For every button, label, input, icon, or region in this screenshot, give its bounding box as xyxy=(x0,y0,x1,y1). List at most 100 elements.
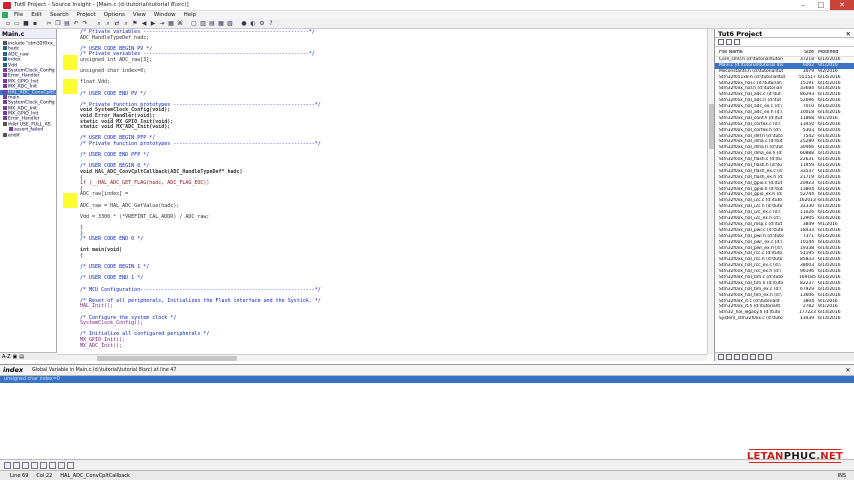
menu-view[interactable]: View xyxy=(129,12,150,18)
code-line[interactable]: ADC_raw = HAL_ADC_GetValue(hadc); xyxy=(80,203,179,209)
code-line[interactable]: void HAL_ADC_ConvCpltCallback(ADC_Handle… xyxy=(80,169,243,175)
save-all-icon[interactable]: ▪ xyxy=(31,20,39,28)
remove-file-icon[interactable] xyxy=(726,39,732,45)
search-files-icon[interactable]: ⌕ xyxy=(122,20,130,28)
code-line[interactable]: SystemClock_Config(); xyxy=(80,320,143,326)
code-line[interactable]: Vdd = 3300 * (*VREFINT_CAL_ADDR) / ADC_r… xyxy=(80,214,209,220)
code-line[interactable]: /* USER CODE END PV */ xyxy=(80,91,146,97)
refresh-icon[interactable] xyxy=(766,354,772,360)
minimize-button[interactable]: – xyxy=(794,0,812,10)
column-size[interactable]: Size xyxy=(799,50,816,56)
context-print-icon[interactable] xyxy=(67,461,74,469)
lookup-icon[interactable]: ▦ xyxy=(167,20,175,28)
code-line[interactable]: HAL_Init(); xyxy=(80,303,113,309)
code-line[interactable]: unsigned char index=0; xyxy=(80,68,146,74)
search-icon[interactable]: ⌕ xyxy=(95,20,103,28)
context-options-icon[interactable] xyxy=(58,461,65,469)
file-view-icon[interactable] xyxy=(718,354,724,360)
copy-icon[interactable]: ❐ xyxy=(54,20,62,28)
context-lock-icon[interactable] xyxy=(22,461,29,469)
context-jump-icon[interactable] xyxy=(31,461,38,469)
sort-icon[interactable] xyxy=(750,354,756,360)
code-line[interactable]: int main(void) xyxy=(80,247,122,253)
class-view-icon[interactable] xyxy=(734,354,740,360)
menu-window[interactable]: Window xyxy=(150,12,180,18)
sort-az-button[interactable]: A-Z xyxy=(2,354,11,360)
menu-file[interactable]: File xyxy=(10,12,27,18)
window-cascade-icon[interactable]: ▤ xyxy=(208,20,216,28)
code-line[interactable]: /* Reset of all peripherals, Initializes… xyxy=(80,298,321,304)
code-line[interactable]: /* USER CODE END PFP */ xyxy=(80,152,149,158)
settings-icon[interactable]: ⚙ xyxy=(258,20,266,28)
column-file-name[interactable]: File Name xyxy=(719,50,799,56)
close-button[interactable]: ✕ xyxy=(830,0,854,10)
code-line[interactable]: float Vdd; xyxy=(80,79,110,85)
replace-icon[interactable]: ⇄ xyxy=(113,20,121,28)
cut-icon[interactable]: ✂ xyxy=(45,20,53,28)
function-icon xyxy=(3,111,7,116)
add-file-icon[interactable] xyxy=(718,39,724,45)
folder-view-icon[interactable] xyxy=(742,354,748,360)
context-history-icon[interactable] xyxy=(40,461,47,469)
window-tile-icon[interactable]: ▥ xyxy=(199,20,207,28)
search-next-icon[interactable]: ⌕ xyxy=(104,20,112,28)
code-line[interactable]: /* Private function prototypes ---------… xyxy=(80,141,321,147)
code-line[interactable]: /* USER CODE END 0 */ xyxy=(80,236,143,242)
bookmark-icon[interactable]: ⚑ xyxy=(131,20,139,28)
back-arrow-icon[interactable]: ◀ xyxy=(140,20,148,28)
code-line[interactable]: /* USER CODE BEGIN 1 */ xyxy=(80,264,149,270)
maximize-button[interactable]: □ xyxy=(812,0,830,10)
code-line[interactable]: { xyxy=(80,253,83,259)
filter-icon[interactable] xyxy=(758,354,764,360)
forward-arrow-icon[interactable]: ▶ xyxy=(149,20,157,28)
context-back-icon[interactable] xyxy=(4,461,11,469)
paste-icon[interactable]: ▤ xyxy=(63,20,71,28)
browse-icon[interactable]: ● xyxy=(240,20,248,28)
close-icon[interactable]: ✕ xyxy=(842,367,854,374)
code-line[interactable]: ADC_HandleTypeDef hadc; xyxy=(80,35,149,41)
editor-vertical-scrollbar[interactable] xyxy=(707,29,714,354)
save-icon[interactable]: ■ xyxy=(22,20,30,28)
code-line[interactable]: unsigned int ADC_raw[3]; xyxy=(80,57,152,63)
code-line[interactable]: ADC_raw[index] = xyxy=(80,191,128,197)
context-symbol: index xyxy=(3,366,24,374)
undo-icon[interactable]: ↶ xyxy=(72,20,80,28)
symbol-view-icon[interactable] xyxy=(726,354,732,360)
help-icon[interactable]: ? xyxy=(267,20,275,28)
new-file-icon[interactable]: ▫ xyxy=(4,20,12,28)
context-selected-line[interactable]: unsigned char index=0 xyxy=(0,376,854,383)
menu-project[interactable]: Project xyxy=(73,12,100,18)
scroll-thumb[interactable] xyxy=(97,356,237,361)
symbol-filter-icon[interactable]: ▣ xyxy=(13,354,18,360)
code-line[interactable]: /* USER CODE END 1 */ xyxy=(80,275,143,281)
project-window-icon[interactable]: ▧ xyxy=(226,20,234,28)
window-layout-icon[interactable]: ▢ xyxy=(190,20,198,28)
sync-icon[interactable] xyxy=(734,39,740,45)
column-modified[interactable]: Modified xyxy=(816,50,846,56)
symbol-window-icon[interactable]: ▦ xyxy=(217,20,225,28)
code-line[interactable]: static void MX_ADC_Init(void); xyxy=(80,124,170,130)
context-forward-icon[interactable] xyxy=(13,461,20,469)
code-line[interactable]: MX_ADC_Init(); xyxy=(80,343,122,349)
document-icon[interactable] xyxy=(2,12,8,18)
code-editor[interactable]: /* Private variables -------------------… xyxy=(77,29,707,354)
menu-search[interactable]: Search xyxy=(46,12,73,18)
code-line[interactable]: if (__HAL_ADC_GET_FLAG(hadc, ADC_FLAG_EO… xyxy=(80,180,209,186)
symbol-options-icon[interactable]: ▤ xyxy=(19,354,24,360)
relation-icon[interactable]: ⌘ xyxy=(176,20,184,28)
code-line[interactable]: /* MCU Configuration--------------------… xyxy=(80,287,321,293)
menu-options[interactable]: Options xyxy=(100,12,129,18)
menu-edit[interactable]: Edit xyxy=(27,12,46,18)
toggle-icon[interactable]: ◐ xyxy=(249,20,257,28)
symbol-item[interactable]: endif xyxy=(0,132,56,138)
jump-icon[interactable]: ⇥ xyxy=(158,20,166,28)
project-file-row[interactable]: System_stm32f0xx.c (d:\tuto 13439 6/14/201… xyxy=(715,316,854,322)
context-search-icon[interactable] xyxy=(49,461,56,469)
menu-help[interactable]: Help xyxy=(180,12,201,18)
close-icon[interactable]: ✕ xyxy=(846,30,851,38)
open-folder-icon[interactable]: ▭ xyxy=(13,20,21,28)
symbol-item[interactable]: SystemClock_Config xyxy=(0,100,56,106)
redo-icon[interactable]: ↷ xyxy=(81,20,89,28)
editor-horizontal-scrollbar[interactable] xyxy=(57,354,707,361)
selection-marker xyxy=(63,55,77,70)
